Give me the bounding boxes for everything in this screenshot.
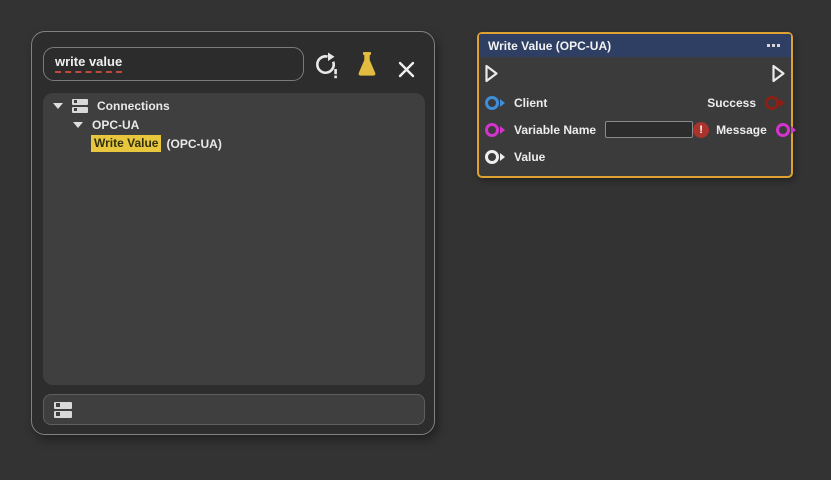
- port-label-success: Success: [707, 96, 756, 110]
- exec-input-port[interactable]: [484, 64, 499, 83]
- node-menu-button[interactable]: [765, 42, 782, 49]
- error-exclamation-icon: !: [693, 122, 709, 138]
- caret-down-icon[interactable]: [73, 122, 83, 128]
- tree-label-connections: Connections: [97, 99, 170, 113]
- port-message[interactable]: [776, 123, 796, 137]
- close-button[interactable]: [392, 55, 420, 83]
- dns-server-icon: [54, 402, 72, 418]
- play-icon: [484, 64, 499, 83]
- play-icon: [771, 64, 786, 83]
- port-row-value: Value: [479, 143, 791, 170]
- port-success[interactable]: [765, 96, 785, 110]
- dns-server-icon: [72, 99, 88, 113]
- node-search-panel: write value Connec: [31, 31, 435, 435]
- refresh-alert-icon: [314, 52, 339, 79]
- ellipsis-icon: [767, 44, 780, 47]
- tree-label-opc-ua: OPC-UA: [92, 118, 139, 132]
- tree-label-write-value-suffix: (OPC-UA): [166, 137, 221, 151]
- port-row-client-success: Client Success: [479, 89, 791, 116]
- search-input[interactable]: write value: [43, 47, 304, 81]
- flask-icon: [355, 51, 379, 78]
- exec-port-row: [479, 57, 791, 89]
- port-client[interactable]: [485, 96, 505, 110]
- node-title: Write Value (OPC-UA): [488, 39, 611, 53]
- port-row-variable-message: Variable Name ! Message: [479, 116, 791, 143]
- port-label-message: Message: [716, 123, 767, 137]
- close-icon: [397, 60, 416, 79]
- tree-item-connections[interactable]: Connections: [43, 96, 425, 115]
- tree-item-write-value[interactable]: Write Value (OPC-UA): [43, 134, 425, 153]
- exec-output-port[interactable]: [771, 64, 786, 83]
- tree-item-opc-ua[interactable]: OPC-UA: [43, 115, 425, 134]
- bottom-bar[interactable]: [43, 394, 425, 425]
- search-input-value: write value: [55, 55, 122, 72]
- search-results-tree: Connections OPC-UA Write Value (OPC-UA): [43, 93, 425, 385]
- filter-flask-button[interactable]: [353, 50, 381, 78]
- port-label-client: Client: [514, 96, 547, 110]
- node-write-value[interactable]: Write Value (OPC-UA): [477, 32, 793, 178]
- node-header[interactable]: Write Value (OPC-UA): [479, 34, 791, 57]
- port-variable-name[interactable]: [485, 123, 505, 137]
- caret-down-icon[interactable]: [53, 103, 63, 109]
- port-label-value: Value: [514, 150, 545, 164]
- node-body: Client Success Variable Name ! Message: [479, 57, 791, 170]
- port-value[interactable]: [485, 150, 505, 164]
- refresh-alert-button[interactable]: [312, 51, 340, 79]
- search-match-highlight: Write Value: [91, 135, 161, 151]
- port-label-variable-name: Variable Name: [514, 123, 596, 137]
- variable-name-input[interactable]: [605, 121, 693, 138]
